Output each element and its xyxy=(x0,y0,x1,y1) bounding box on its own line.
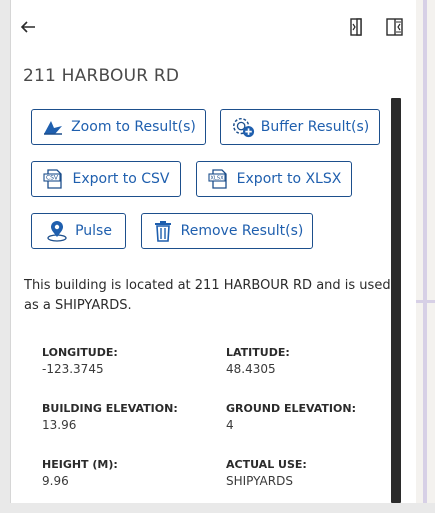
remove-button-label: Remove Result(s) xyxy=(180,223,304,239)
export-csv-label: Export to CSV xyxy=(72,171,170,187)
pulse-button[interactable]: Pulse xyxy=(31,213,126,249)
trash-icon xyxy=(151,219,175,243)
xlsx-badge-text: XLSX xyxy=(210,176,224,182)
map-view[interactable] xyxy=(415,0,435,513)
field-value-actual-use: SHIPYARDS xyxy=(226,474,293,488)
buffer-results-button[interactable]: Buffer Result(s) xyxy=(220,109,380,145)
pulse-button-label: Pulse xyxy=(75,223,112,239)
zoom-button-label: Zoom to Result(s) xyxy=(71,119,196,135)
page-title: 211 HARBOUR RD xyxy=(23,66,180,86)
zoom-to-results-button[interactable]: Zoom to Result(s) xyxy=(31,109,206,145)
results-panel: 211 HARBOUR RD Zoom to Result(s) Buffer … xyxy=(10,0,416,503)
export-xlsx-label: Export to XLSX xyxy=(236,171,342,187)
field-label-height: HEIGHT (M): xyxy=(42,458,118,471)
dock-left-icon[interactable] xyxy=(348,17,366,37)
zoom-icon xyxy=(41,115,65,139)
panel-scrollbar[interactable] xyxy=(391,98,401,503)
xlsx-file-icon: XLSX xyxy=(207,167,231,191)
remove-results-button[interactable]: Remove Result(s) xyxy=(141,213,313,249)
panel-toolbar xyxy=(11,0,416,56)
field-label-ground-elevation: GROUND ELEVATION: xyxy=(226,402,356,415)
field-label-latitude: LATITUDE: xyxy=(226,346,290,359)
field-label-building-elevation: BUILDING ELEVATION: xyxy=(42,402,178,415)
field-value-building-elevation: 13.96 xyxy=(42,418,77,432)
location-pin-icon xyxy=(45,219,69,243)
result-description: This building is located at 211 HARBOUR … xyxy=(24,278,391,313)
field-value-latitude: 48.4305 xyxy=(226,362,276,376)
export-csv-button[interactable]: CSV Export to CSV xyxy=(31,161,181,197)
field-value-ground-elevation: 4 xyxy=(226,418,234,432)
export-xlsx-button[interactable]: XLSX Export to XLSX xyxy=(196,161,352,197)
buffer-icon xyxy=(231,115,255,139)
field-label-longitude: LONGITUDE: xyxy=(42,346,118,359)
buffer-button-label: Buffer Result(s) xyxy=(260,119,370,135)
field-value-longitude: -123.3745 xyxy=(42,362,104,376)
csv-badge-text: CSV xyxy=(46,175,59,182)
dock-right-icon[interactable] xyxy=(385,17,403,37)
map-road xyxy=(423,0,427,513)
csv-file-icon: CSV xyxy=(42,167,66,191)
back-arrow-icon[interactable] xyxy=(19,18,37,36)
field-value-height: 9.96 xyxy=(42,474,69,488)
app-frame: 211 HARBOUR RD Zoom to Result(s) Buffer … xyxy=(0,0,435,513)
map-road xyxy=(415,300,435,303)
panel-bottom-edge xyxy=(0,503,435,513)
field-label-actual-use: ACTUAL USE: xyxy=(226,458,307,471)
